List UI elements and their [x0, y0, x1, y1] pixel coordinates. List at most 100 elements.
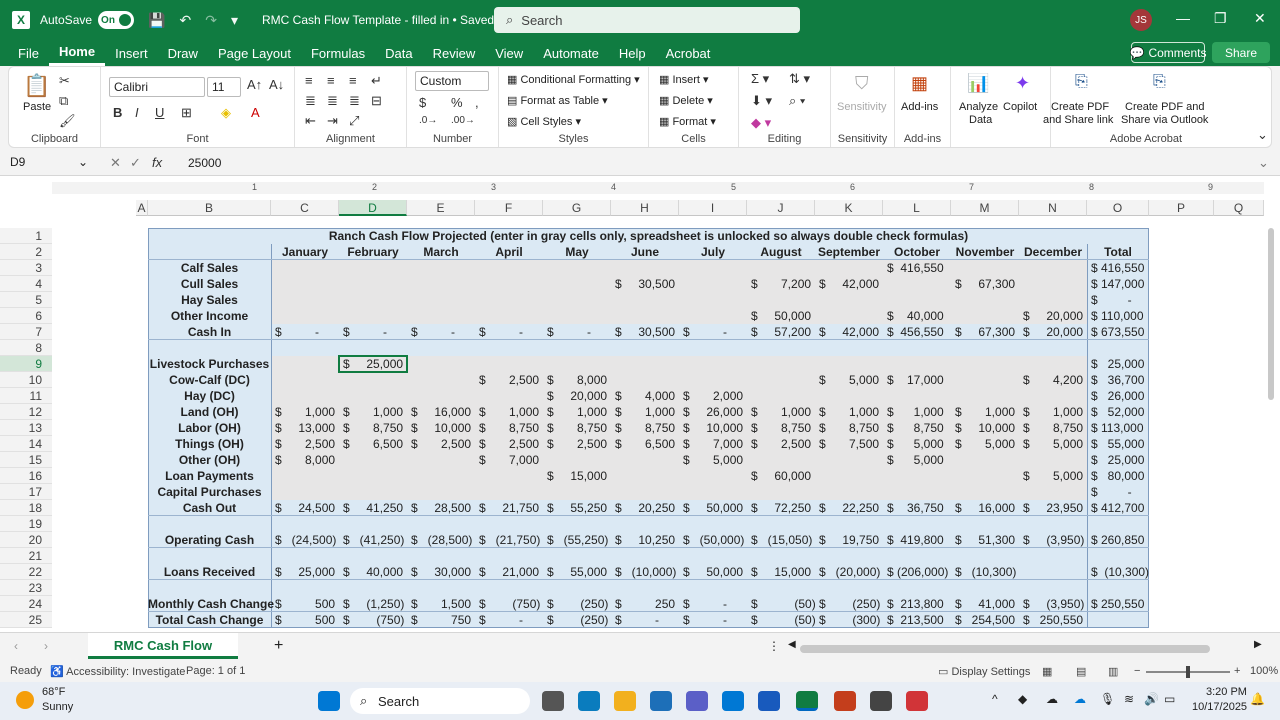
- row-header-15[interactable]: 15: [0, 452, 52, 468]
- data-cell[interactable]: $ 23,950: [1023, 500, 1083, 516]
- outline-level-7[interactable]: 7: [969, 182, 974, 192]
- copilot-button[interactable]: Copilot: [1003, 101, 1037, 113]
- data-cell[interactable]: $ 50,000: [683, 500, 743, 516]
- data-cell[interactable]: $ -: [683, 324, 743, 340]
- data-cell[interactable]: $ (250): [547, 596, 608, 612]
- data-cell[interactable]: $ 6,500: [615, 436, 675, 452]
- row-header-3[interactable]: 3: [0, 260, 52, 276]
- cell-styles-button[interactable]: ▧ Cell Styles ▾: [507, 115, 581, 128]
- row-header-1[interactable]: 1: [0, 228, 52, 244]
- sheet-tab-rmc[interactable]: RMC Cash Flow Template: [88, 633, 238, 679]
- data-cell[interactable]: $ 8,750: [887, 420, 947, 436]
- row-header-25[interactable]: 25: [0, 612, 52, 628]
- row-label[interactable]: Labor (OH): [148, 420, 271, 436]
- column-header-j[interactable]: J: [747, 200, 815, 216]
- data-cell[interactable]: $ 1,000: [955, 404, 1015, 420]
- data-cell[interactable]: $ 21,750: [479, 500, 539, 516]
- data-cell[interactable]: $ 1,500: [411, 596, 471, 612]
- month-header[interactable]: July: [679, 244, 747, 260]
- pdf-link-line1[interactable]: Create PDF: [1051, 101, 1109, 113]
- month-header[interactable]: January: [271, 244, 339, 260]
- next-sheet-icon[interactable]: ›: [44, 639, 48, 653]
- data-cell[interactable]: $ 22,250: [819, 500, 879, 516]
- grow-font-icon[interactable]: A↑: [247, 77, 262, 92]
- tab-review[interactable]: Review: [423, 40, 486, 66]
- column-header-c[interactable]: C: [271, 200, 339, 216]
- column-header-l[interactable]: L: [883, 200, 951, 216]
- worksheet-grid[interactable]: 123456789 ABCDEFGHIJKLMNOPQ 1 2 3 4 5 6 7 8 9 10 1…: [0, 176, 1280, 632]
- column-header-e[interactable]: E: [407, 200, 475, 216]
- data-cell[interactable]: $ -: [683, 612, 743, 628]
- taskbar-search[interactable]: ⌕ Search: [350, 688, 530, 714]
- clock-date[interactable]: 10/17/2025: [1192, 701, 1247, 713]
- data-cell[interactable]: $ (750): [343, 612, 404, 628]
- prev-sheet-icon[interactable]: ‹: [14, 639, 18, 653]
- data-cell[interactable]: $ 1,000: [275, 404, 335, 420]
- align-center-icon[interactable]: ≣: [327, 93, 338, 109]
- copilot-icon[interactable]: ✦: [1015, 73, 1030, 94]
- row-label[interactable]: Operating Cash: [148, 532, 271, 548]
- expand-formula-bar-icon[interactable]: ⌄: [1258, 155, 1269, 171]
- customize-qat-icon[interactable]: ▾: [231, 12, 238, 29]
- data-cell[interactable]: $ 25,000: [1091, 452, 1145, 468]
- tab-draw[interactable]: Draw: [158, 40, 208, 66]
- align-left-icon[interactable]: ≣: [305, 93, 316, 109]
- align-right-icon[interactable]: ≣: [349, 93, 360, 109]
- page-layout-view-icon[interactable]: ▤: [1076, 665, 1086, 678]
- data-cell[interactable]: $ 60,000: [751, 468, 811, 484]
- sort-filter-icon[interactable]: ⇅ ▾: [789, 71, 810, 87]
- minimize-icon[interactable]: —: [1176, 10, 1190, 26]
- collapse-ribbon-icon[interactable]: ⌄: [1257, 127, 1268, 143]
- tab-acrobat[interactable]: Acrobat: [656, 40, 721, 66]
- data-cell[interactable]: $ 2,000: [683, 388, 743, 404]
- row-header-21[interactable]: 21: [0, 548, 52, 564]
- data-cell[interactable]: $ 416,550: [887, 260, 947, 276]
- month-header[interactable]: April: [475, 244, 543, 260]
- data-cell[interactable]: $ 254,500: [955, 612, 1015, 628]
- row-label[interactable]: Capital Purchases: [148, 484, 271, 500]
- data-cell[interactable]: $ 8,750: [479, 420, 539, 436]
- normal-view-icon[interactable]: ▦: [1042, 665, 1052, 678]
- avatar[interactable]: JS: [1130, 9, 1152, 31]
- outline-level-6[interactable]: 6: [850, 182, 855, 192]
- outline-level-3[interactable]: 3: [491, 182, 496, 192]
- data-cell[interactable]: $ 10,000: [411, 420, 471, 436]
- wrap-text-icon[interactable]: ↵: [371, 73, 382, 89]
- redo-icon[interactable]: ↷: [205, 12, 217, 29]
- data-cell[interactable]: $ (50): [751, 596, 816, 612]
- row-label[interactable]: Loan Payments: [148, 468, 271, 484]
- data-cell[interactable]: $ 7,000: [479, 452, 539, 468]
- data-cell[interactable]: $ 5,000: [1023, 436, 1083, 452]
- increase-decimal-icon[interactable]: .0→: [419, 115, 437, 126]
- data-cell[interactable]: $ (24,500): [275, 532, 336, 548]
- data-cell[interactable]: $ 55,000: [1091, 436, 1145, 452]
- row-header-20[interactable]: 20: [0, 532, 52, 548]
- tab-view[interactable]: View: [485, 40, 533, 66]
- data-cell[interactable]: $ 1,000: [615, 404, 675, 420]
- data-cell[interactable]: $ 20,000: [1023, 324, 1083, 340]
- data-cell[interactable]: $ 5,000: [819, 372, 879, 388]
- row-header-22[interactable]: 22: [0, 564, 52, 580]
- month-header[interactable]: Total: [1087, 244, 1149, 260]
- tab-home[interactable]: Home: [48, 40, 106, 66]
- month-header[interactable]: February: [339, 244, 407, 260]
- data-cell[interactable]: $ 1,000: [479, 404, 539, 420]
- data-cell[interactable]: $ 30,500: [615, 324, 675, 340]
- column-header-a[interactable]: A: [136, 200, 148, 216]
- share-button[interactable]: Share: [1212, 42, 1270, 63]
- data-cell[interactable]: $ 113,000: [1091, 420, 1145, 436]
- tab-formulas[interactable]: Formulas: [301, 40, 375, 66]
- data-cell[interactable]: $ 8,750: [547, 420, 607, 436]
- italic-icon[interactable]: I: [135, 105, 139, 120]
- pdf-outlook-line1[interactable]: Create PDF and: [1125, 101, 1204, 113]
- data-cell[interactable]: $ 1,000: [547, 404, 607, 420]
- row-header-9[interactable]: 9: [0, 356, 52, 372]
- data-cell[interactable]: $ (1,250): [343, 596, 404, 612]
- row-header-16[interactable]: 16: [0, 468, 52, 484]
- data-cell[interactable]: $ 250,550: [1023, 612, 1083, 628]
- data-cell[interactable]: $ (250): [547, 612, 608, 628]
- decrease-indent-icon[interactable]: ⇤: [305, 113, 316, 129]
- data-cell[interactable]: $ 30,000: [411, 564, 471, 580]
- fill-icon[interactable]: ⬇ ▾: [751, 93, 772, 109]
- outline-level-5[interactable]: 5: [731, 182, 736, 192]
